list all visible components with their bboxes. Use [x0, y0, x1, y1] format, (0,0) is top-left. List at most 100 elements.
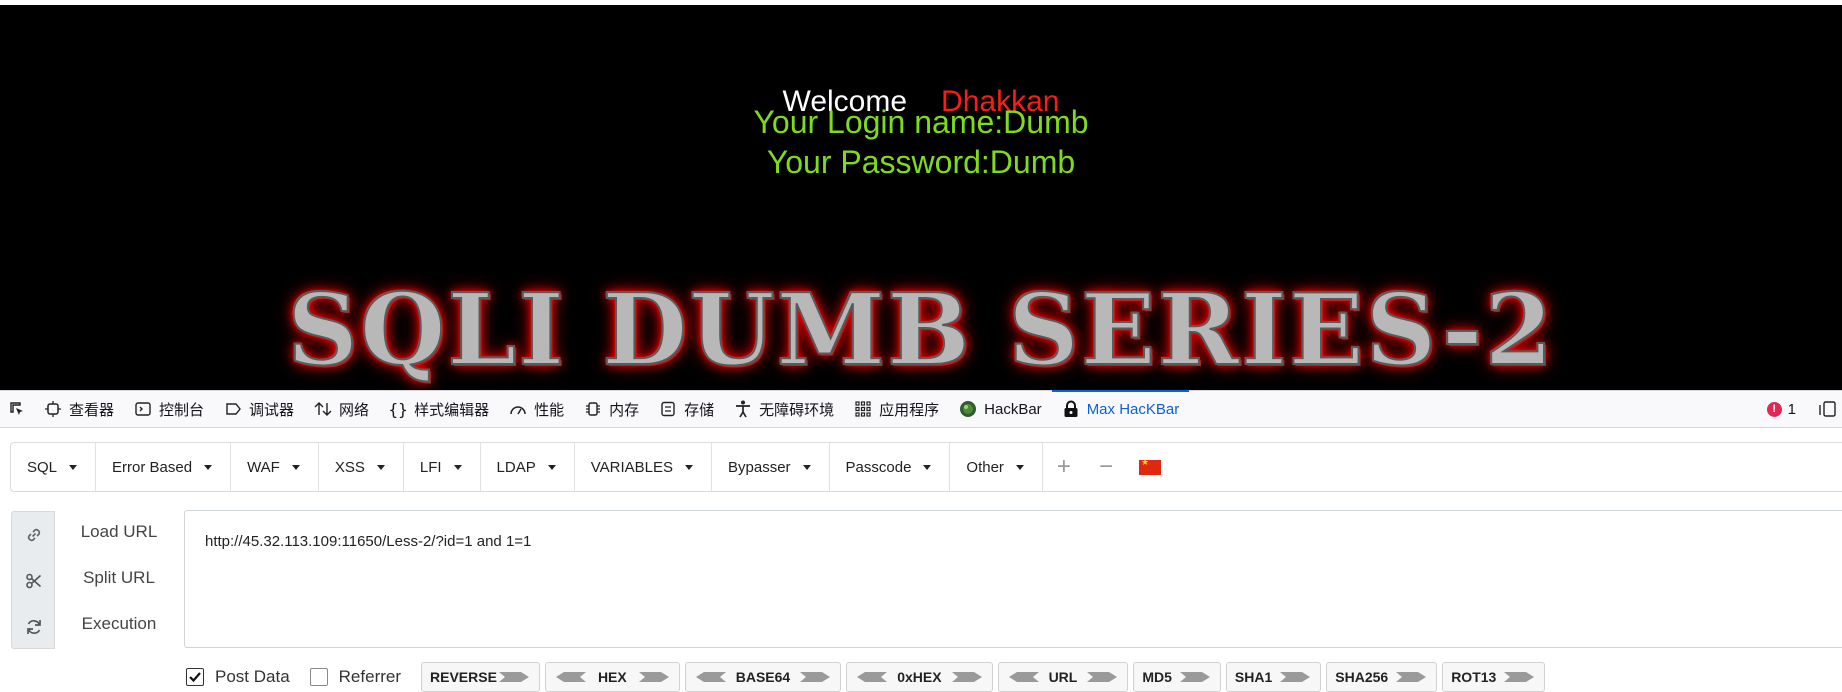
china-flag-icon[interactable]: [1138, 457, 1161, 475]
arrow-right-icon: [1087, 672, 1118, 682]
chevron-down-icon: [923, 464, 932, 470]
tab-style-editor[interactable]: {} 样式编辑器: [379, 391, 499, 427]
debugger-icon: [224, 400, 242, 418]
menu-lfi-label: LFI: [419, 458, 442, 476]
inspector-icon: [44, 400, 62, 418]
menu-waf[interactable]: WAF: [231, 443, 319, 491]
encoder-0xhex[interactable]: 0xHEX: [846, 662, 993, 692]
encoder-url[interactable]: URL: [997, 662, 1129, 692]
plus-icon: +: [1056, 453, 1071, 480]
tab-application[interactable]: 应用程序: [844, 391, 949, 427]
tab-hackbar[interactable]: HackBar: [949, 391, 1052, 427]
action-icon-strip: [11, 511, 55, 649]
tab-debugger[interactable]: 调试器: [214, 391, 304, 427]
menu-ldap[interactable]: LDAP: [481, 443, 575, 491]
scissors-icon[interactable]: [12, 558, 56, 604]
url-textarea[interactable]: http://45.32.113.109:11650/Less-2/?id=1 …: [184, 510, 1842, 648]
arrow-right-icon: [1504, 672, 1535, 682]
tab-memory-label: 内存: [609, 401, 640, 419]
menu-xss[interactable]: XSS: [319, 443, 404, 491]
tab-console[interactable]: 控制台: [124, 391, 214, 427]
encoder-label: REVERSE: [430, 669, 497, 685]
remove-button[interactable]: −: [1085, 443, 1127, 491]
login-name-line: Your Login name:Dumb: [753, 104, 1089, 140]
menu-bypasser-label: Bypasser: [728, 458, 791, 476]
menu-passcode-label: Passcode: [845, 458, 912, 476]
application-icon: [854, 400, 872, 418]
chevron-down-icon: [802, 464, 811, 470]
menu-sql[interactable]: SQL: [11, 443, 97, 491]
tab-memory[interactable]: 内存: [574, 391, 649, 427]
post-data-checkbox[interactable]: Post Data: [186, 667, 290, 687]
execute-button[interactable]: Execution: [60, 614, 178, 634]
encoder-label: URL: [1048, 669, 1078, 685]
storage-icon: [659, 400, 677, 418]
tab-accessibility[interactable]: 无障碍环境: [724, 391, 844, 427]
arrow-left-icon: [857, 672, 888, 682]
referrer-label: Referrer: [338, 667, 402, 686]
refresh-icon[interactable]: [12, 604, 56, 650]
encoder-sha256[interactable]: SHA256: [1326, 662, 1438, 692]
tab-max-hackbar[interactable]: Max HacKBar: [1051, 390, 1190, 427]
menu-lfi[interactable]: LFI: [404, 443, 481, 491]
menu-bypasser[interactable]: Bypasser: [712, 443, 830, 491]
console-icon: [134, 400, 152, 418]
tab-inspector-label: 查看器: [69, 401, 115, 419]
encoder-md5[interactable]: MD5: [1133, 662, 1221, 692]
menu-other[interactable]: Other: [950, 443, 1043, 491]
error-counter[interactable]: ! 1: [1766, 391, 1796, 427]
series-banner: SQLI DUMB SERIES-2: [286, 272, 1555, 389]
menu-xss-label: XSS: [334, 458, 365, 476]
menu-sql-label: SQL: [27, 458, 58, 476]
chevron-down-icon: [1015, 464, 1024, 470]
link-icon[interactable]: [12, 512, 56, 558]
error-icon: !: [1766, 401, 1782, 417]
tab-application-label: 应用程序: [879, 401, 940, 419]
menu-variables[interactable]: VARIABLES: [575, 443, 712, 491]
encoder-hex[interactable]: HEX: [544, 662, 680, 692]
chevron-down-icon: [69, 464, 78, 470]
tab-hackbar-label: HackBar: [984, 400, 1042, 418]
encoder-label: SHA1: [1234, 669, 1273, 685]
dock-toggle-button[interactable]: [1812, 391, 1842, 427]
encoder-reverse[interactable]: REVERSE: [421, 662, 540, 692]
load-url-button[interactable]: Load URL: [60, 522, 178, 542]
encoder-base64[interactable]: BASE64: [684, 662, 842, 692]
encoder-rot13[interactable]: ROT13: [1442, 662, 1546, 692]
tab-performance[interactable]: 性能: [499, 391, 574, 427]
encoder-sha1[interactable]: SHA1: [1225, 662, 1322, 692]
split-url-button[interactable]: Split URL: [60, 568, 178, 588]
arrow-right-icon: [1396, 672, 1427, 682]
tab-network-label: 网络: [339, 401, 370, 419]
checkbox-checked-icon: [186, 668, 204, 686]
devtools-toolbar: 查看器 控制台 调试器 网络 {} 样式编辑器 性能 内存 存储 无障碍环境 应…: [0, 390, 1842, 428]
menu-variables-label: VARIABLES: [590, 458, 673, 476]
tab-storage[interactable]: 存储: [649, 391, 724, 427]
hackbar-menu: SQL Error Based WAF XSS LFI LDAP VARIABL…: [10, 442, 1842, 492]
tab-inspector[interactable]: 查看器: [34, 391, 124, 427]
encoder-label: HEX: [597, 669, 627, 685]
lock-icon: [1062, 400, 1080, 418]
encoder-label: SHA256: [1335, 669, 1389, 685]
chevron-down-icon: [453, 464, 462, 470]
referrer-checkbox[interactable]: Referrer: [309, 667, 402, 687]
chevron-down-icon: [291, 464, 300, 470]
url-value: http://45.32.113.109:11650/Less-2/?id=1 …: [205, 533, 532, 550]
menu-ldap-label: LDAP: [496, 458, 536, 476]
network-icon: [314, 400, 332, 418]
arrow-right-icon: [800, 672, 831, 682]
menu-waf-label: WAF: [247, 458, 280, 476]
menu-error-based[interactable]: Error Based: [96, 443, 232, 491]
menu-passcode[interactable]: Passcode: [830, 443, 951, 491]
arrow-left-icon: [695, 672, 726, 682]
memory-icon: [584, 400, 602, 418]
arrow-right-icon: [1280, 672, 1311, 682]
add-button[interactable]: +: [1043, 443, 1085, 491]
element-picker-button[interactable]: [0, 391, 34, 427]
minus-icon: −: [1098, 453, 1113, 480]
arrow-right-icon: [1179, 672, 1210, 682]
tab-network[interactable]: 网络: [304, 391, 379, 427]
chevron-down-icon: [685, 464, 693, 470]
encoder-label: BASE64: [735, 669, 791, 685]
post-data-label: Post Data: [215, 667, 290, 686]
